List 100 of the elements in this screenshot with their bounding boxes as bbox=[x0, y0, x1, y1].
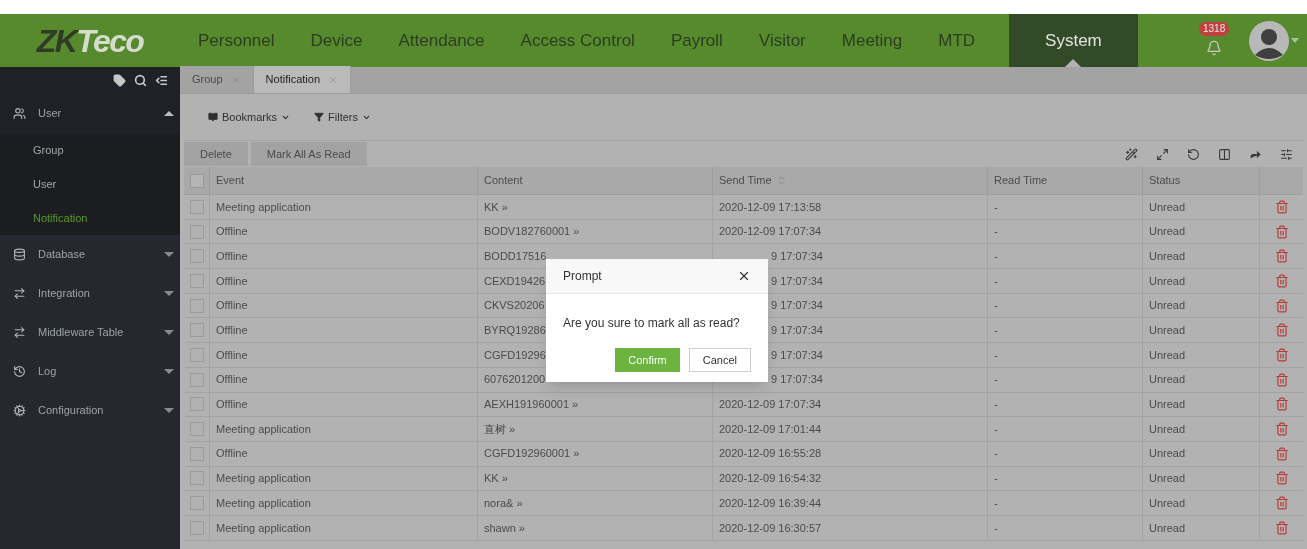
table-cell-text: 直树 » bbox=[484, 421, 516, 437]
dropdown-caret-icon[interactable] bbox=[1291, 38, 1299, 43]
column-header[interactable]: Send Time bbox=[719, 172, 772, 189]
table-cell-text: Unread bbox=[1149, 520, 1186, 536]
trash-icon[interactable] bbox=[1274, 422, 1289, 437]
trash-icon[interactable] bbox=[1274, 372, 1289, 387]
table-cell-text: 9 17:07:34 bbox=[771, 298, 823, 314]
sidebar-item[interactable]: User bbox=[0, 167, 180, 201]
trash-icon[interactable] bbox=[1274, 224, 1289, 239]
notification-badge: 1318 bbox=[1199, 21, 1230, 36]
table-cell-text: 2020-12-09 16:55:28 bbox=[719, 446, 822, 462]
nav-tab[interactable]: Personnel bbox=[180, 14, 293, 67]
search-icon[interactable] bbox=[134, 74, 147, 87]
trash-icon[interactable] bbox=[1274, 347, 1289, 362]
sidebar-group[interactable]: Middleware Table bbox=[0, 313, 180, 352]
table-cell-text: 2020-12-09 17:07:34 bbox=[719, 397, 822, 413]
table-cell-text: 2020-12-09 16:54:32 bbox=[719, 471, 822, 487]
caret-icon bbox=[164, 252, 174, 257]
table-cell-text: 2020-12-09 16:39:44 bbox=[719, 495, 822, 511]
table-cell-text: Offline bbox=[216, 323, 248, 339]
tab[interactable]: Group bbox=[180, 66, 254, 93]
dialog-button[interactable]: Cancel bbox=[688, 348, 751, 372]
dropdown-menu[interactable]: Bookmarks bbox=[208, 108, 291, 126]
nav-tab[interactable]: Access Control bbox=[502, 14, 653, 67]
sidebar-group[interactable]: Database bbox=[0, 235, 180, 274]
table-cell-text: - bbox=[994, 224, 998, 240]
table-cell-text: 9 17:07:34 bbox=[771, 323, 823, 339]
trash-icon[interactable] bbox=[1274, 298, 1289, 313]
table-cell-text: - bbox=[994, 273, 998, 289]
table-cell-text: - bbox=[994, 347, 998, 363]
columns-icon[interactable] bbox=[1218, 147, 1231, 161]
caret-icon bbox=[164, 330, 174, 335]
caret-icon bbox=[164, 291, 174, 296]
nav-tab[interactable]: Device bbox=[292, 14, 381, 67]
tab[interactable]: Notification bbox=[253, 66, 351, 93]
table-cell-text: 9 17:07:34 bbox=[771, 273, 823, 289]
filter-icon bbox=[314, 112, 325, 122]
nav-tab[interactable]: MTD bbox=[920, 14, 994, 67]
nav-tab[interactable]: Visitor bbox=[740, 14, 824, 67]
table-cell-text: 9 17:07:34 bbox=[771, 372, 823, 388]
table-cell-text: Meeting application bbox=[216, 471, 311, 487]
sliders-icon[interactable] bbox=[1280, 147, 1293, 161]
close-icon[interactable] bbox=[737, 269, 751, 283]
caret-icon bbox=[164, 408, 174, 413]
trash-icon[interactable] bbox=[1274, 323, 1289, 338]
table-cell-text: Unread bbox=[1149, 347, 1186, 363]
book-icon bbox=[208, 112, 218, 122]
trash-icon[interactable] bbox=[1274, 446, 1289, 461]
trash-icon[interactable] bbox=[1274, 249, 1289, 264]
table-cell-text: Offline bbox=[216, 248, 248, 264]
column-header[interactable]: Status bbox=[1149, 172, 1181, 189]
wand-icon[interactable] bbox=[1125, 147, 1138, 161]
sidebar-label: Database bbox=[38, 247, 86, 263]
nav-tab[interactable]: Meeting bbox=[823, 14, 921, 67]
avatar-icon[interactable] bbox=[1249, 20, 1289, 61]
table-cell-text: Meeting application bbox=[216, 520, 311, 536]
expand-icon[interactable] bbox=[1156, 147, 1169, 161]
nav-tab[interactable]: System bbox=[1009, 14, 1138, 67]
table-cell-text: Unread bbox=[1149, 397, 1186, 413]
table-cell-text: 2020-12-09 16:30:57 bbox=[719, 520, 822, 536]
dialog-button[interactable]: Confirm bbox=[615, 348, 680, 372]
trash-icon[interactable] bbox=[1274, 496, 1289, 511]
sidebar-label: Configuration bbox=[38, 403, 104, 419]
column-header[interactable]: Event bbox=[216, 172, 245, 189]
tag-icon[interactable] bbox=[113, 74, 126, 87]
sidebar-group[interactable]: User bbox=[0, 94, 180, 133]
gear-icon bbox=[13, 404, 26, 417]
column-header[interactable]: Content bbox=[484, 172, 523, 189]
trash-icon[interactable] bbox=[1274, 471, 1289, 486]
sidebar-group[interactable]: Integration bbox=[0, 274, 180, 313]
bell-icon[interactable] bbox=[1206, 39, 1222, 56]
checkbox[interactable] bbox=[189, 173, 204, 188]
dropdown-menu[interactable]: Filters bbox=[314, 108, 371, 126]
list-icon[interactable] bbox=[155, 74, 168, 87]
sidebar-label: Integration bbox=[38, 286, 90, 302]
table-cell-text: - bbox=[994, 495, 998, 511]
history-icon bbox=[13, 365, 26, 378]
table-cell-text: Unread bbox=[1149, 323, 1186, 339]
table-cell-text: - bbox=[994, 298, 998, 314]
trash-icon[interactable] bbox=[1274, 520, 1289, 535]
trash-icon[interactable] bbox=[1274, 397, 1289, 412]
column-header[interactable]: Read Time bbox=[994, 172, 1048, 189]
trash-icon[interactable] bbox=[1274, 273, 1289, 288]
action-button[interactable]: Delete bbox=[184, 142, 248, 166]
action-button[interactable]: Mark All As Read bbox=[250, 142, 367, 166]
trash-icon[interactable] bbox=[1274, 199, 1289, 214]
sidebar-group[interactable]: Log bbox=[0, 352, 180, 391]
database-icon bbox=[13, 248, 26, 261]
sidebar-item[interactable]: Notification bbox=[0, 201, 180, 235]
undo-icon[interactable] bbox=[1187, 147, 1200, 161]
sidebar-group[interactable]: Configuration bbox=[0, 391, 180, 430]
nav-tab[interactable]: Attendance bbox=[380, 14, 503, 67]
nav-tab[interactable]: Payroll bbox=[652, 14, 741, 67]
table-cell-text: KK » bbox=[484, 471, 508, 487]
caret-icon bbox=[164, 111, 174, 116]
table-cell-text: Unread bbox=[1149, 248, 1186, 264]
table-cell-text: - bbox=[994, 248, 998, 264]
sidebar-item[interactable]: Group bbox=[0, 133, 180, 167]
swap-arrows-icon bbox=[13, 326, 26, 339]
caret-icon bbox=[164, 369, 174, 374]
